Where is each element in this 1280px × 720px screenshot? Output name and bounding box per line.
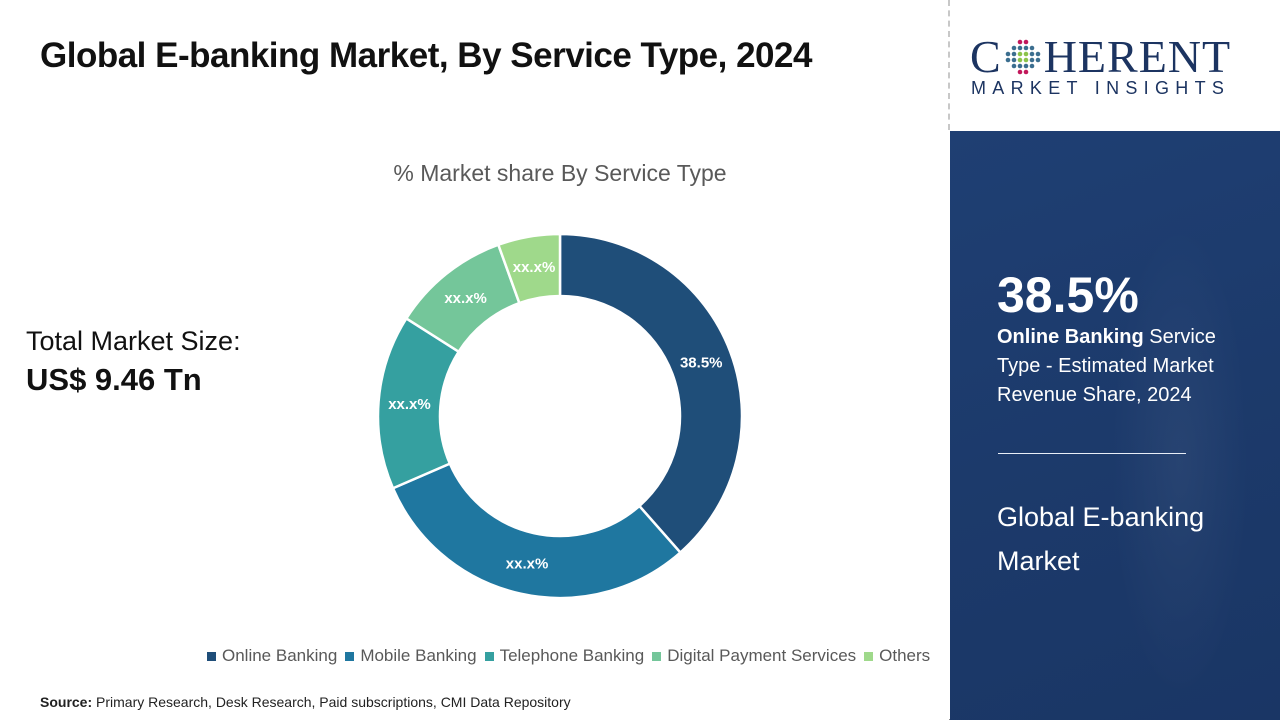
globe-dot (1005, 57, 1010, 62)
source-text: Primary Research, Desk Research, Paid su… (92, 694, 571, 710)
logo-wordmark: C HERENT (970, 30, 1231, 83)
legend-item: Online Banking (207, 646, 337, 666)
panel-divider (998, 453, 1186, 454)
chart-area: Global E-banking Market, By Service Type… (0, 0, 949, 720)
globe-dot (1017, 63, 1022, 68)
legend-swatch (484, 651, 494, 661)
legend-item: Mobile Banking (345, 646, 477, 666)
highlight-panel: 38.5% Online Banking Service Type - Esti… (950, 131, 1280, 720)
data-label: xx.x% (506, 555, 549, 572)
globe-dot (1005, 51, 1010, 56)
legend-swatch (345, 651, 355, 661)
legend-label: Telephone Banking (499, 646, 645, 665)
globe-dot (1017, 51, 1022, 56)
donut-slice-online-banking (558, 232, 744, 555)
globe-dot (1017, 57, 1022, 62)
legend-item: Digital Payment Services (652, 646, 856, 666)
donut-chart: 38.5% xx.x% xx.x% xx.x% xx.x% (376, 232, 744, 600)
chart-legend: Online Banking Mobile Banking Telephone Ba… (207, 646, 930, 666)
globe-dot (1023, 45, 1028, 50)
logo-letters: HERENT (1043, 31, 1232, 82)
data-label: 38.5% (680, 355, 723, 372)
globe-dot (1035, 51, 1040, 56)
total-market-size-label: Total Market Size: (26, 326, 241, 356)
globe-dot (1029, 63, 1034, 68)
brand-logo: C HERENT MARKET INSIGHTS (950, 0, 1280, 131)
source-label: Source: (40, 694, 93, 710)
source-note: Source: Primary Research, Desk Research,… (40, 694, 571, 710)
highlight-description: Online Banking Service Type - Estimated … (997, 323, 1257, 410)
globe-dot (1011, 57, 1016, 62)
globe-dot (1011, 45, 1016, 50)
globe-dot (1017, 69, 1022, 74)
globe-dot (1035, 57, 1040, 62)
globe-dot (1029, 51, 1034, 56)
highlight-segment: Online Banking (997, 326, 1144, 348)
page-title: Global E-banking Market, By Service Type… (40, 36, 812, 75)
globe-dot (1011, 51, 1016, 56)
globe-dot (1023, 63, 1028, 68)
logo-letter-c: C (970, 31, 1002, 82)
globe-dot (1023, 57, 1028, 62)
side-panel: C HERENT MARKET INSIGHTS 38.5% Online Ba… (950, 0, 1280, 720)
globe-dots-icon (1005, 39, 1040, 74)
legend-swatch (207, 651, 216, 661)
market-name: Global E-banking Market (997, 502, 1205, 576)
legend-item: Others (864, 646, 930, 666)
globe-dot (1011, 63, 1016, 68)
donut-slice-mobile-banking (391, 462, 683, 600)
legend-swatch (652, 651, 662, 661)
data-label: xx.x% (513, 259, 556, 276)
globe-dot (1017, 39, 1022, 44)
globe-dot (1029, 45, 1034, 50)
legend-label: Mobile Banking (360, 646, 477, 665)
total-market-size-value: US$ 9.46 Tn (26, 362, 202, 397)
legend-label: Online Banking (222, 646, 338, 665)
globe-dot (1023, 39, 1028, 44)
highlight-value: 38.5% (997, 267, 1139, 323)
globe-dot (1023, 51, 1028, 56)
legend-label: Others (879, 646, 931, 665)
legend-label: Digital Payment Services (667, 646, 857, 665)
data-label: xx.x% (388, 396, 431, 413)
legend-item: Telephone Banking (484, 646, 645, 666)
globe-dot (1029, 57, 1034, 62)
data-label: xx.x% (444, 290, 487, 307)
legend-swatch (864, 651, 874, 661)
logo-tagline: MARKET INSIGHTS (971, 78, 1231, 98)
globe-dot (1017, 45, 1022, 50)
globe-dot (1023, 69, 1028, 74)
